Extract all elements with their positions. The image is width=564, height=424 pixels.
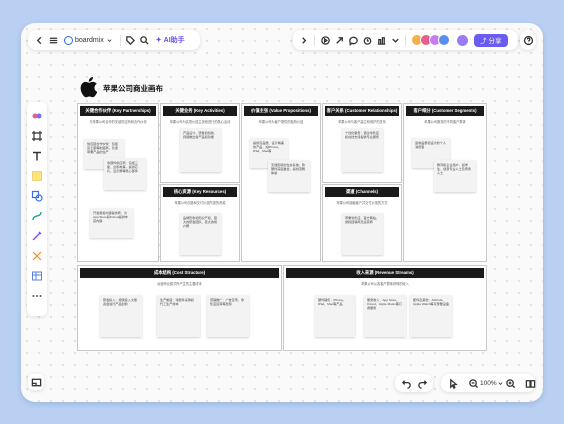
- top-right-toolbar: ⤴ 分享: [293, 30, 518, 50]
- divider: [405, 34, 406, 46]
- sticky-note[interactable]: 服务收入：App Store、iCloud、Apple Music等订阅服务: [364, 295, 406, 337]
- minimap-button[interactable]: [28, 374, 44, 390]
- frame-description: 苹果公司为客户提供的独特价值: [258, 120, 304, 124]
- ai-sparkle-icon: ✦: [155, 37, 162, 44]
- frame-header: 核心资源 (Key Resources): [163, 187, 237, 197]
- sticky-note[interactable]: 零部件供应商：包括三星、台积电等，提供芯片、显示屏等核心部件: [104, 158, 146, 190]
- frame-description: 与苹果公司合作的关键供应商和合作伙伴: [89, 120, 147, 124]
- frame-cost-structure[interactable]: 成本结构 (Cost Structure) 运营商业模式所产生的主要成本 研发投…: [77, 265, 282, 351]
- undo-icon[interactable]: [399, 376, 413, 390]
- divider: [314, 34, 315, 46]
- more-tools-icon[interactable]: [388, 33, 402, 47]
- frame-revenue-streams[interactable]: 收入来源 (Revenue Streams) 苹果公司从各客户群体获得的收入 硬…: [283, 265, 487, 351]
- zoom-out-icon[interactable]: [466, 376, 480, 390]
- sticky-note[interactable]: 产品设计、研发和创新，持续推出新产品和功能: [180, 128, 221, 172]
- table-icon[interactable]: [30, 269, 44, 283]
- avatar: [438, 34, 450, 46]
- help-button[interactable]: [520, 30, 536, 50]
- frame-icon[interactable]: [30, 129, 44, 143]
- sticky-note[interactable]: 品牌形象和知识产权，强大的研发团队，庞大的用户群: [180, 213, 221, 255]
- expand-icon[interactable]: [297, 33, 311, 47]
- comment-icon[interactable]: [346, 33, 360, 47]
- boardmix-logo-icon: [64, 35, 73, 45]
- sticky-note[interactable]: 教育和企业用户，如学生、创意专业人士及商务人士: [434, 160, 476, 192]
- frame-description: 苹果公司与客户建立和维护的关系: [338, 120, 386, 124]
- zoom-dropdown-icon[interactable]: [497, 376, 504, 390]
- frame-header: 客户细分 (Customer Segments): [406, 106, 484, 116]
- frame-header: 客户关系 (Customer Relationships): [325, 106, 399, 116]
- redo-icon[interactable]: [415, 376, 429, 390]
- reaction-icon[interactable]: [332, 33, 346, 47]
- sticky-note[interactable]: 苹果零售店、官方网站、授权经销商及运营商: [342, 213, 383, 255]
- app-window: boardmix ✦ AI助手 ⤴ 分享 100% 苹果公司商业画布 关键合作伙…: [21, 23, 543, 402]
- frame-customer-relationships[interactable]: 客户关系 (Customer Relationships) 苹果公司与客户建立和…: [322, 103, 402, 183]
- minimap-icon: [29, 375, 43, 389]
- cursor-icon[interactable]: [446, 376, 460, 390]
- divider: [119, 34, 121, 46]
- back-chevron-icon[interactable]: [32, 33, 46, 47]
- frame-header: 价值主张 (Value Propositions): [244, 106, 318, 116]
- frame-key-partnerships[interactable]: 关键合作伙伴 (Key Partnerships) 与苹果公司合作的关键供应商和…: [77, 103, 159, 262]
- connector-icon[interactable]: [30, 209, 44, 223]
- chevron-down-icon: [106, 33, 113, 47]
- text-icon[interactable]: [30, 149, 44, 163]
- zoom-in-icon[interactable]: [504, 376, 518, 390]
- ai-assistant-label: AI助手: [163, 37, 185, 44]
- help-icon: [521, 33, 535, 47]
- frame-customer-segments[interactable]: 客户细分 (Customer Segments) 苹果公司服务的不同客户群体 追…: [403, 103, 487, 262]
- apple-logo-icon: [80, 76, 98, 98]
- frame-description: 苹果公司创造和交付价值所需的资源: [174, 201, 226, 205]
- frame-header: 渠道 (Channels): [325, 187, 399, 197]
- share-button[interactable]: ⤴ 分享: [474, 33, 508, 47]
- sticky-note[interactable]: 硬件销售：iPhone、iPad、Mac等产品: [315, 295, 355, 337]
- ai-assistant-button[interactable]: ✦ AI助手: [156, 35, 185, 45]
- sticky-note[interactable]: 无缝衔接的生态系统，软硬件深度整合，提供流畅体验: [268, 160, 310, 192]
- sticky-note[interactable]: 配件及其他：AirPods、Apple Watch等可穿戴设备: [410, 295, 452, 337]
- mindmap-icon[interactable]: [30, 249, 44, 263]
- frame-key-activities[interactable]: 关键业务 (Key Activities) 苹果公司为实现价值主张而进行的核心活…: [160, 103, 240, 183]
- frame-value-propositions[interactable]: 价值主张 (Value Propositions) 苹果公司为客户提供的独特价值…: [241, 103, 321, 262]
- top-left-toolbar: boardmix ✦ AI助手: [28, 30, 200, 50]
- frame-header: 成本结构 (Cost Structure): [80, 268, 279, 278]
- frame-description: 苹果公司服务的不同客户群体: [424, 120, 466, 124]
- frame-description: 苹果公司从各客户群体获得的收入: [361, 282, 409, 286]
- history-controls: [395, 374, 433, 392]
- zoom-controls: 100%: [441, 374, 538, 392]
- tool-palette: [27, 102, 47, 316]
- pen-icon[interactable]: [30, 229, 44, 243]
- search-icon[interactable]: [138, 33, 152, 47]
- canvas-title: 苹果公司商业画布: [103, 84, 163, 93]
- more-icon[interactable]: [30, 289, 44, 303]
- sticky-note[interactable]: 开发者和内容提供商：为App Store和iCloud提供丰富内容: [90, 208, 133, 238]
- frame-header: 关键合作伙伴 (Key Partnerships): [80, 106, 156, 116]
- frame-header: 关键业务 (Key Activities): [163, 106, 237, 116]
- share-label: 分享: [488, 38, 502, 45]
- brand-menu[interactable]: boardmix: [64, 33, 113, 47]
- frame-description: 苹果公司为实现价值主张而进行的核心活动: [169, 120, 231, 124]
- sticky-note[interactable]: 营销推广：广告宣传、零售店运营等费用: [207, 295, 249, 337]
- book-icon[interactable]: [524, 376, 538, 390]
- shape-icon[interactable]: [30, 189, 44, 203]
- frame-key-resources[interactable]: 核心资源 (Key Resources) 苹果公司创造和交付价值所需的资源 品牌…: [160, 184, 240, 262]
- ai-tools-icon[interactable]: [30, 109, 44, 123]
- brand-name: boardmix: [75, 36, 104, 44]
- collaborator-avatars[interactable]: [411, 34, 450, 46]
- zoom-level[interactable]: 100%: [480, 380, 497, 387]
- menu-icon[interactable]: [46, 33, 60, 47]
- play-icon[interactable]: [318, 33, 332, 47]
- frame-header: 收入来源 (Revenue Streams): [286, 268, 484, 278]
- tag-icon[interactable]: [124, 33, 138, 47]
- share-icon: ⤴: [480, 38, 487, 45]
- user-avatar[interactable]: [456, 33, 469, 47]
- sticky-note-icon[interactable]: [30, 169, 44, 183]
- frame-description: 运营商业模式所产生的主要成本: [157, 282, 202, 286]
- timer-icon[interactable]: [360, 33, 374, 47]
- sticky-note[interactable]: 生产制造：零部件采购和代工生产成本: [157, 295, 200, 337]
- sticky-note[interactable]: 研发投入：持续投入大量资金进行产品创新: [100, 295, 142, 337]
- frame-channels[interactable]: 渠道 (Channels) 苹果公司接触客户并交付价值的方式 苹果零售店、官方网…: [322, 184, 402, 262]
- sticky-note[interactable]: 个性化服务：通过零售店和在线支持提供专业服务: [342, 128, 383, 172]
- vote-icon[interactable]: [374, 33, 388, 47]
- frame-description: 苹果公司接触客户并交付价值的方式: [336, 201, 388, 205]
